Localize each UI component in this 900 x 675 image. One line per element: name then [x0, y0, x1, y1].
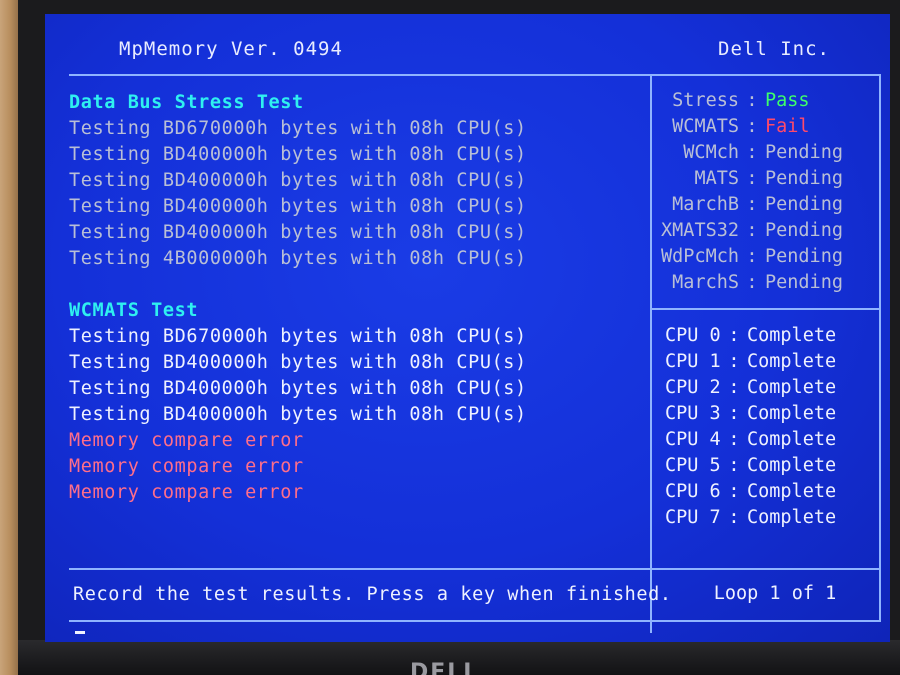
status-value: Pass [765, 90, 810, 111]
status-value: Pending [765, 220, 843, 241]
cpu-row: CPU 6: Complete [665, 479, 885, 505]
status-row-mats: MATS: Pending [657, 166, 885, 192]
cpu-label: CPU 1 [665, 351, 721, 372]
section-heading-data-bus: Data Bus Stress Test [69, 92, 304, 113]
footer-divider [69, 568, 881, 570]
status-separator: : [746, 168, 758, 189]
status-name: MATS [694, 168, 739, 189]
cpu-state: Complete [747, 455, 837, 476]
test-status-panel: Stress: Pass WCMATS: Fail WCMch: Pending MA… [657, 88, 885, 296]
cpu-state: Complete [747, 325, 837, 346]
status-value: Pending [765, 142, 843, 163]
cpu-row: CPU 4: Complete [665, 427, 885, 453]
cpu-separator: : [728, 507, 740, 528]
cpu-row: CPU 3: Complete [665, 401, 885, 427]
cpu-separator: : [728, 403, 740, 424]
cpu-state: Complete [747, 429, 837, 450]
footer-instruction: Record the test results. Press a key whe… [73, 584, 672, 605]
log-line: Testing BD400000h bytes with 08h CPU(s) [69, 222, 527, 243]
status-separator: : [746, 116, 758, 137]
status-value: Pending [765, 272, 843, 293]
log-spacer [69, 272, 649, 298]
monitor-logo: DELL [410, 660, 480, 675]
status-row-stress: Stress: Pass [657, 88, 885, 114]
status-separator: : [746, 220, 758, 241]
cpu-row: CPU 0: Complete [665, 323, 885, 349]
log-line: Testing BD400000h bytes with 08h CPU(s) [69, 196, 527, 217]
app-title: MpMemory Ver. 0494 [119, 38, 343, 60]
status-row-marchb: MarchB: Pending [657, 192, 885, 218]
status-value: Pending [765, 246, 843, 267]
cpu-label: CPU 7 [665, 507, 721, 528]
status-separator: : [746, 272, 758, 293]
error-line: Memory compare error [69, 482, 304, 503]
header-divider [69, 74, 881, 76]
cpu-label: CPU 4 [665, 429, 721, 450]
cpu-state: Complete [747, 377, 837, 398]
status-name: XMATS32 [661, 220, 739, 241]
cpu-state: Complete [747, 507, 837, 528]
status-separator: : [746, 246, 758, 267]
cpu-separator: : [728, 377, 740, 398]
log-line: Testing BD670000h bytes with 08h CPU(s) [69, 326, 527, 347]
status-row-wcmats: WCMATS: Fail [657, 114, 885, 140]
status-name: MarchS [672, 272, 739, 293]
diagnostic-screen: MpMemory Ver. 0494 Dell Inc. Data Bus St… [45, 14, 890, 642]
status-value: Pending [765, 194, 843, 215]
log-line: Testing BD400000h bytes with 08h CPU(s) [69, 170, 527, 191]
cpu-row: CPU 2: Complete [665, 375, 885, 401]
log-line: Testing BD400000h bytes with 08h CPU(s) [69, 352, 527, 373]
cpu-separator: : [728, 429, 740, 450]
status-row-wcmch: WCMch: Pending [657, 140, 885, 166]
log-line: Testing BD670000h bytes with 08h CPU(s) [69, 118, 527, 139]
cpu-row: CPU 1: Complete [665, 349, 885, 375]
test-log: Data Bus Stress Test Testing BD670000h b… [69, 90, 649, 506]
error-line: Memory compare error [69, 430, 304, 451]
cpu-separator: : [728, 351, 740, 372]
status-row-wdpcmch: WdPcMch: Pending [657, 244, 885, 270]
cpu-label: CPU 3 [665, 403, 721, 424]
status-name: MarchB [672, 194, 739, 215]
cpu-state: Complete [747, 403, 837, 424]
status-name: WCMch [683, 142, 739, 163]
status-row-xmats32: XMATS32: Pending [657, 218, 885, 244]
cpu-separator: : [728, 455, 740, 476]
log-line: Testing BD400000h bytes with 08h CPU(s) [69, 404, 527, 425]
status-separator: : [746, 194, 758, 215]
cpu-separator: : [728, 481, 740, 502]
section-heading-wcmats: WCMATS Test [69, 300, 199, 321]
status-row-marchs: MarchS: Pending [657, 270, 885, 296]
status-name: WCMATS [672, 116, 739, 137]
cpu-label: CPU 5 [665, 455, 721, 476]
status-value: Pending [765, 168, 843, 189]
status-name: Stress [672, 90, 739, 111]
cpu-label: CPU 6 [665, 481, 721, 502]
status-value: Fail [765, 116, 810, 137]
vendor-name: Dell Inc. [718, 38, 830, 60]
main-vertical-divider [650, 75, 652, 633]
status-name: WdPcMch [661, 246, 739, 267]
cpu-separator: : [728, 325, 740, 346]
status-separator: : [746, 90, 758, 111]
cpu-row: CPU 7: Complete [665, 505, 885, 531]
loop-counter: Loop 1 of 1 [713, 583, 837, 604]
cpu-state: Complete [747, 481, 837, 502]
log-line: Testing BD400000h bytes with 08h CPU(s) [69, 378, 527, 399]
error-line: Memory compare error [69, 456, 304, 477]
status-separator: : [746, 142, 758, 163]
cpu-label: CPU 0 [665, 325, 721, 346]
bottom-border [69, 620, 881, 622]
status-cpu-divider [651, 308, 881, 310]
cpu-state: Complete [747, 351, 837, 372]
cpu-status-panel: CPU 0: Complete CPU 1: Complete CPU 2: Comp… [665, 323, 885, 531]
text-cursor [75, 631, 85, 634]
log-line: Testing BD400000h bytes with 08h CPU(s) [69, 144, 527, 165]
log-line: Testing 4B000000h bytes with 08h CPU(s) [69, 248, 527, 269]
cpu-label: CPU 2 [665, 377, 721, 398]
cpu-row: CPU 5: Complete [665, 453, 885, 479]
